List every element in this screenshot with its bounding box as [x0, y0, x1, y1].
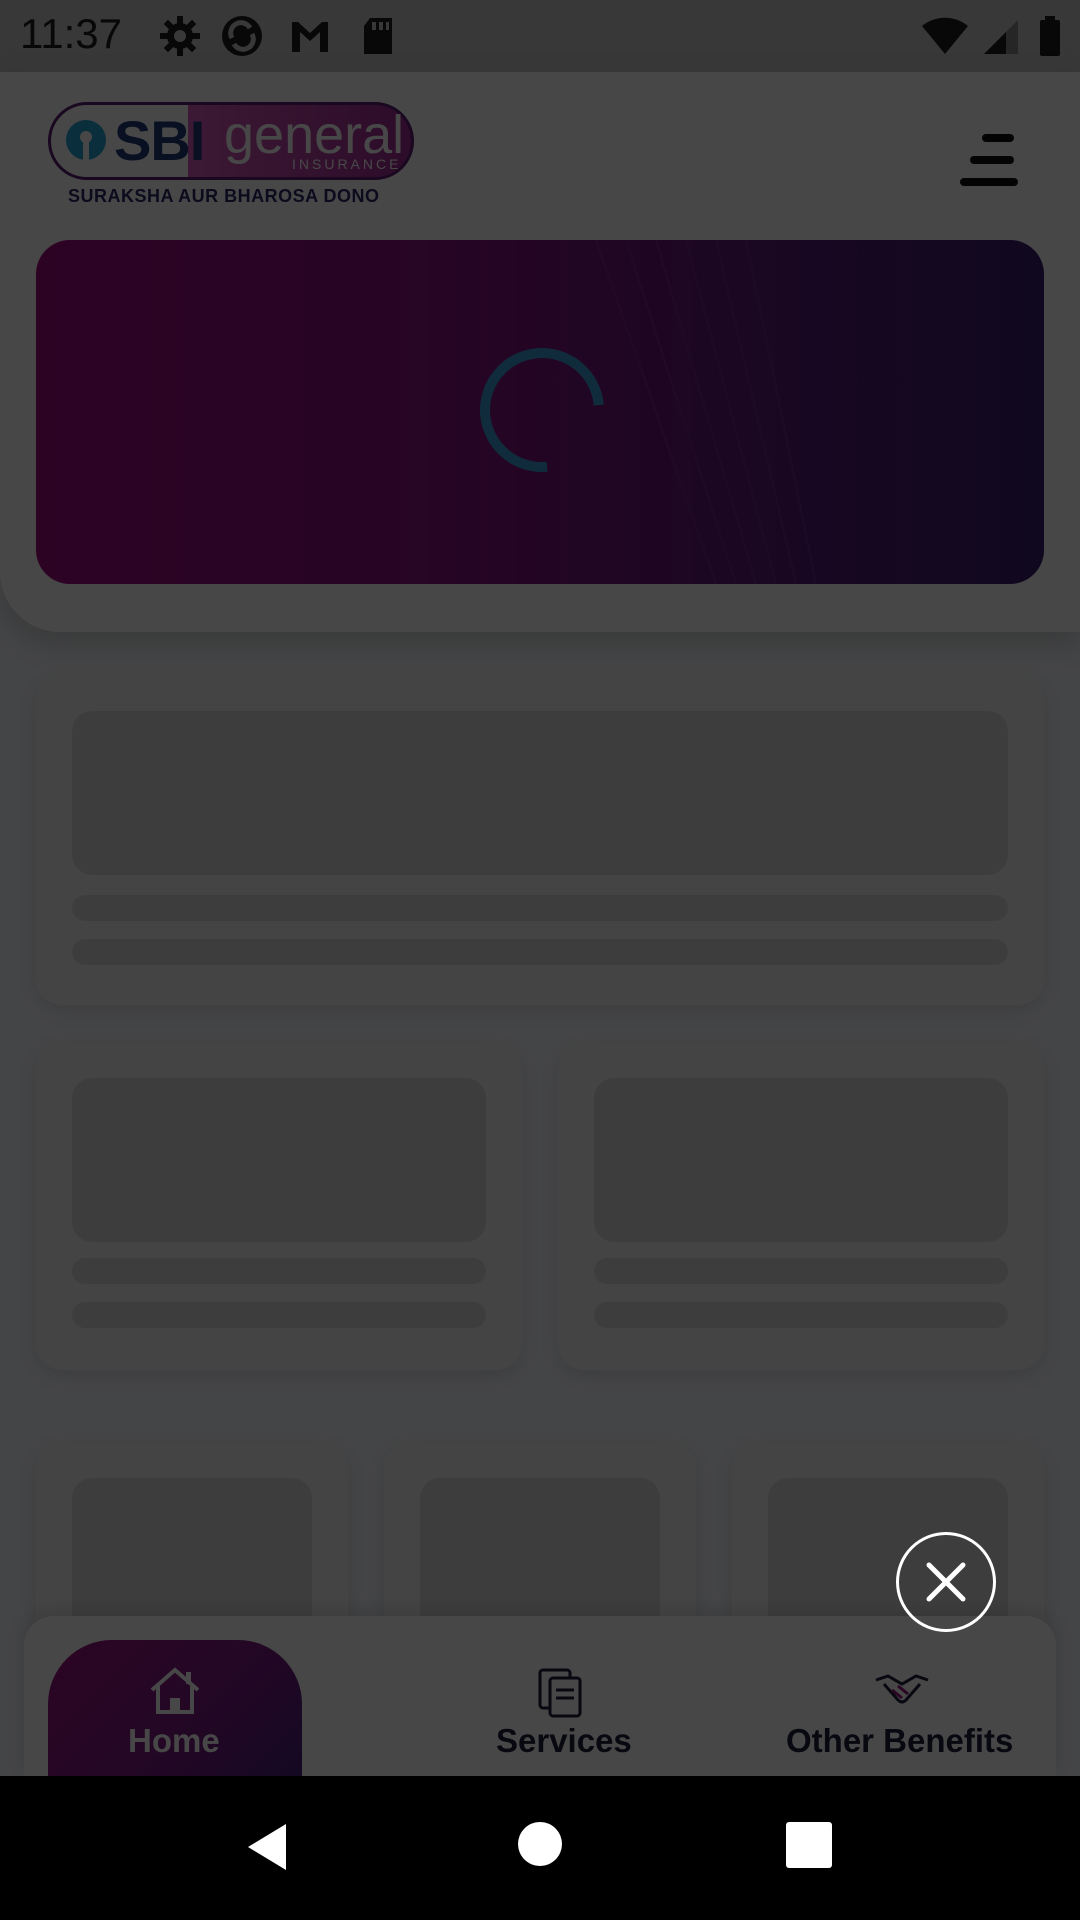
skeleton-card	[384, 1442, 696, 1642]
banner-decoration	[596, 240, 817, 584]
close-icon	[926, 1562, 966, 1602]
skeleton-line	[72, 1258, 486, 1284]
logo-brand: SBI	[114, 109, 205, 172]
skeleton-line	[72, 1302, 486, 1328]
skeleton-line	[594, 1302, 1008, 1328]
logo-tagline: SURAKSHA AUR BHAROSA DONO	[68, 186, 380, 206]
skeleton-card	[36, 675, 1044, 1005]
logo-sub: INSURANCE	[292, 156, 402, 172]
skeleton-image	[594, 1078, 1008, 1242]
nav-services-label: Services	[496, 1722, 632, 1759]
skeleton-image	[420, 1478, 660, 1638]
nav-other-benefits-button[interactable]: Other Benefits	[774, 1640, 1056, 1776]
home-icon	[150, 1667, 200, 1714]
wifi-icon	[922, 17, 968, 54]
menu-line	[960, 178, 1018, 186]
skeleton-line	[72, 939, 1008, 965]
skeleton-image	[72, 1478, 312, 1638]
recents-icon[interactable]	[786, 1822, 832, 1868]
home-circle-icon[interactable]	[516, 1820, 564, 1868]
status-time: 11:37	[20, 10, 122, 57]
close-overlay-button[interactable]	[896, 1532, 996, 1632]
nav-other-benefits-label: Other Benefits	[786, 1722, 1014, 1759]
sbi-keyhole-icon	[66, 120, 106, 160]
nav-home-label: Home	[128, 1722, 220, 1759]
hamburger-menu-icon[interactable]	[960, 122, 1030, 192]
skeleton-line	[72, 895, 1008, 921]
skeleton-line	[594, 1258, 1008, 1284]
menu-line	[970, 156, 1014, 164]
skeleton-image	[72, 1078, 486, 1242]
skeleton-image	[72, 711, 1008, 875]
skeleton-card	[732, 1442, 1044, 1642]
menu-line	[982, 134, 1014, 142]
settings-icon	[160, 16, 200, 56]
documents-icon	[538, 1668, 582, 1718]
sbi-general-logo: SBI general INSURANCE SURAKSHA AUR BHARO…	[48, 102, 414, 210]
back-icon[interactable]	[244, 1822, 290, 1872]
system-nav-bar	[0, 1776, 1080, 1920]
bottom-nav: Home Services Other Benefits	[24, 1616, 1056, 1776]
skeleton-card	[558, 1042, 1044, 1370]
sync-icon	[222, 16, 262, 56]
promo-banner[interactable]	[36, 240, 1044, 584]
nav-home-button[interactable]: Home	[48, 1640, 302, 1776]
nav-services-button[interactable]: Services	[414, 1640, 714, 1776]
signal-icon	[984, 20, 1018, 54]
gmail-icon	[292, 22, 328, 52]
status-bar: 11:37	[0, 0, 1080, 72]
app-header: SBI general INSURANCE SURAKSHA AUR BHARO…	[0, 72, 1080, 632]
handshake-icon	[875, 1674, 929, 1704]
battery-icon	[1040, 16, 1060, 56]
skeleton-card	[36, 1042, 522, 1370]
skeleton-card	[36, 1442, 348, 1642]
sd-card-icon	[364, 18, 392, 54]
